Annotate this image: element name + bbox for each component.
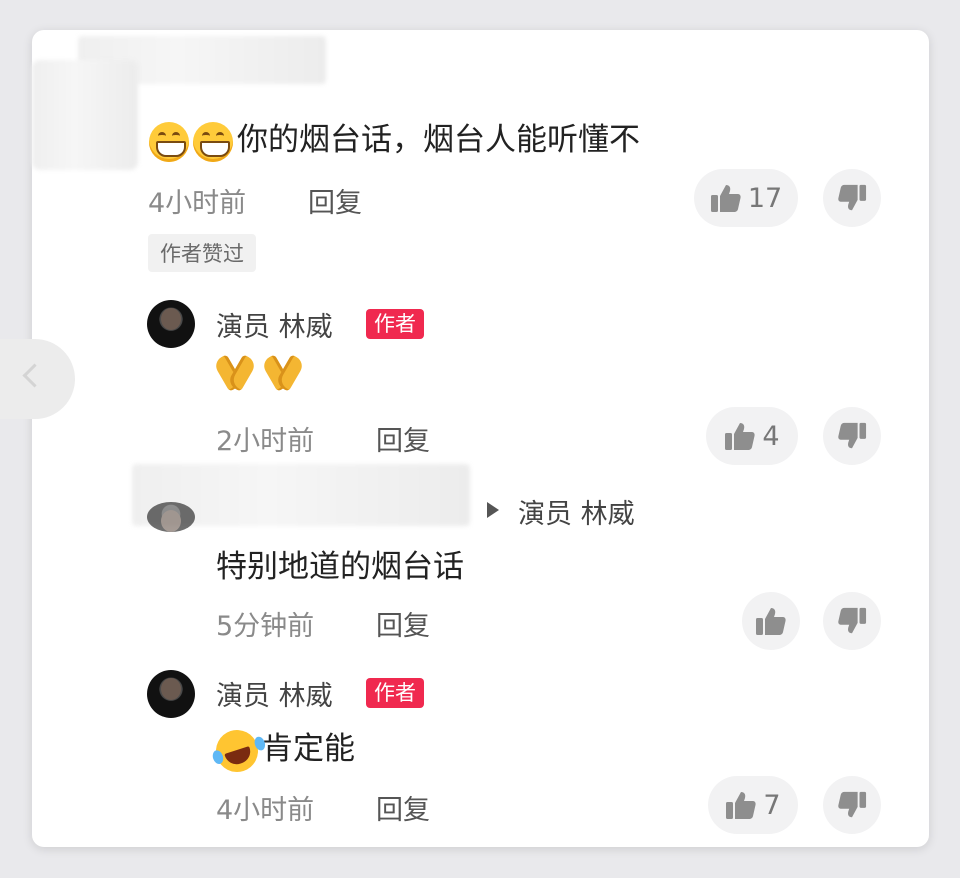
comment-1-text: 你的烟台话，烟台人能听懂不 — [237, 122, 640, 158]
author-badge: 作者 — [366, 309, 424, 339]
folded-hands-emoji-icon — [264, 352, 304, 392]
reply-arrow-icon — [487, 502, 499, 518]
comment-1-reply-button[interactable]: 回复 — [308, 181, 362, 220]
grin-emoji-icon — [149, 121, 189, 162]
reply-3-like-button[interactable]: 7 — [708, 776, 798, 834]
thumbs-down-icon — [838, 607, 867, 634]
thumbs-up-icon — [756, 608, 786, 635]
reply-1-time: 2小时前 — [216, 426, 315, 457]
reply-2-time: 5分钟前 — [216, 611, 315, 642]
comment-1-text-row: 你的烟台话，烟台人能听懂不 — [149, 114, 640, 162]
reply-1-reply-button[interactable]: 回复 — [376, 419, 430, 458]
reply-3-text-row: 肯定能 — [210, 723, 355, 777]
comment-1-dislike-button[interactable] — [823, 169, 881, 227]
author-liked-tag: 作者赞过 — [148, 234, 256, 272]
reply-3-reply-button[interactable]: 回复 — [376, 788, 430, 827]
rofl-emoji-icon — [210, 724, 264, 777]
folded-hands-emoji-icon — [216, 352, 256, 392]
comment-1-like-button[interactable]: 17 — [694, 169, 798, 227]
grin-emoji-icon — [193, 121, 233, 162]
thumbs-down-icon — [838, 184, 867, 211]
reply-2-reply-button[interactable]: 回复 — [376, 604, 430, 643]
reply-3-time: 4小时前 — [216, 795, 315, 826]
reply-2-like-button[interactable] — [742, 592, 800, 650]
thumbs-up-icon — [710, 185, 741, 212]
thumbs-up-icon — [725, 423, 756, 450]
thumbs-up-icon — [726, 792, 757, 819]
reply-3-like-count: 7 — [763, 789, 781, 821]
reply-1-like-count: 4 — [762, 420, 780, 452]
reply-3-text: 肯定能 — [262, 731, 355, 767]
reply-1-text-row — [216, 352, 312, 392]
reply-2-target-username[interactable]: 演员 林威 — [518, 492, 635, 531]
blurred-avatar — [32, 60, 138, 170]
thumbs-down-icon — [838, 422, 867, 449]
reply-1-like-button[interactable]: 4 — [706, 407, 798, 465]
reply-1-dislike-button[interactable] — [823, 407, 881, 465]
comment-1-like-count: 17 — [747, 182, 783, 214]
reply-2-text: 特别地道的烟台话 — [216, 549, 464, 585]
reply-3-username[interactable]: 演员 林威 — [216, 674, 333, 713]
avatar[interactable] — [147, 670, 195, 718]
reply-3-dislike-button[interactable] — [823, 776, 881, 834]
back-button[interactable] — [0, 339, 75, 419]
thumbs-down-icon — [838, 791, 867, 818]
chevron-left-icon — [22, 363, 47, 388]
avatar[interactable] — [147, 502, 195, 532]
reply-1-username[interactable]: 演员 林威 — [216, 305, 333, 344]
reply-2-dislike-button[interactable] — [823, 592, 881, 650]
avatar[interactable] — [147, 300, 195, 348]
author-badge: 作者 — [366, 678, 424, 708]
comment-1-time: 4小时前 — [148, 188, 247, 219]
comment-thread-card: 你的烟台话，烟台人能听懂不 4小时前 回复 17 作者赞过 演员 林威 作者 2… — [0, 30, 929, 847]
